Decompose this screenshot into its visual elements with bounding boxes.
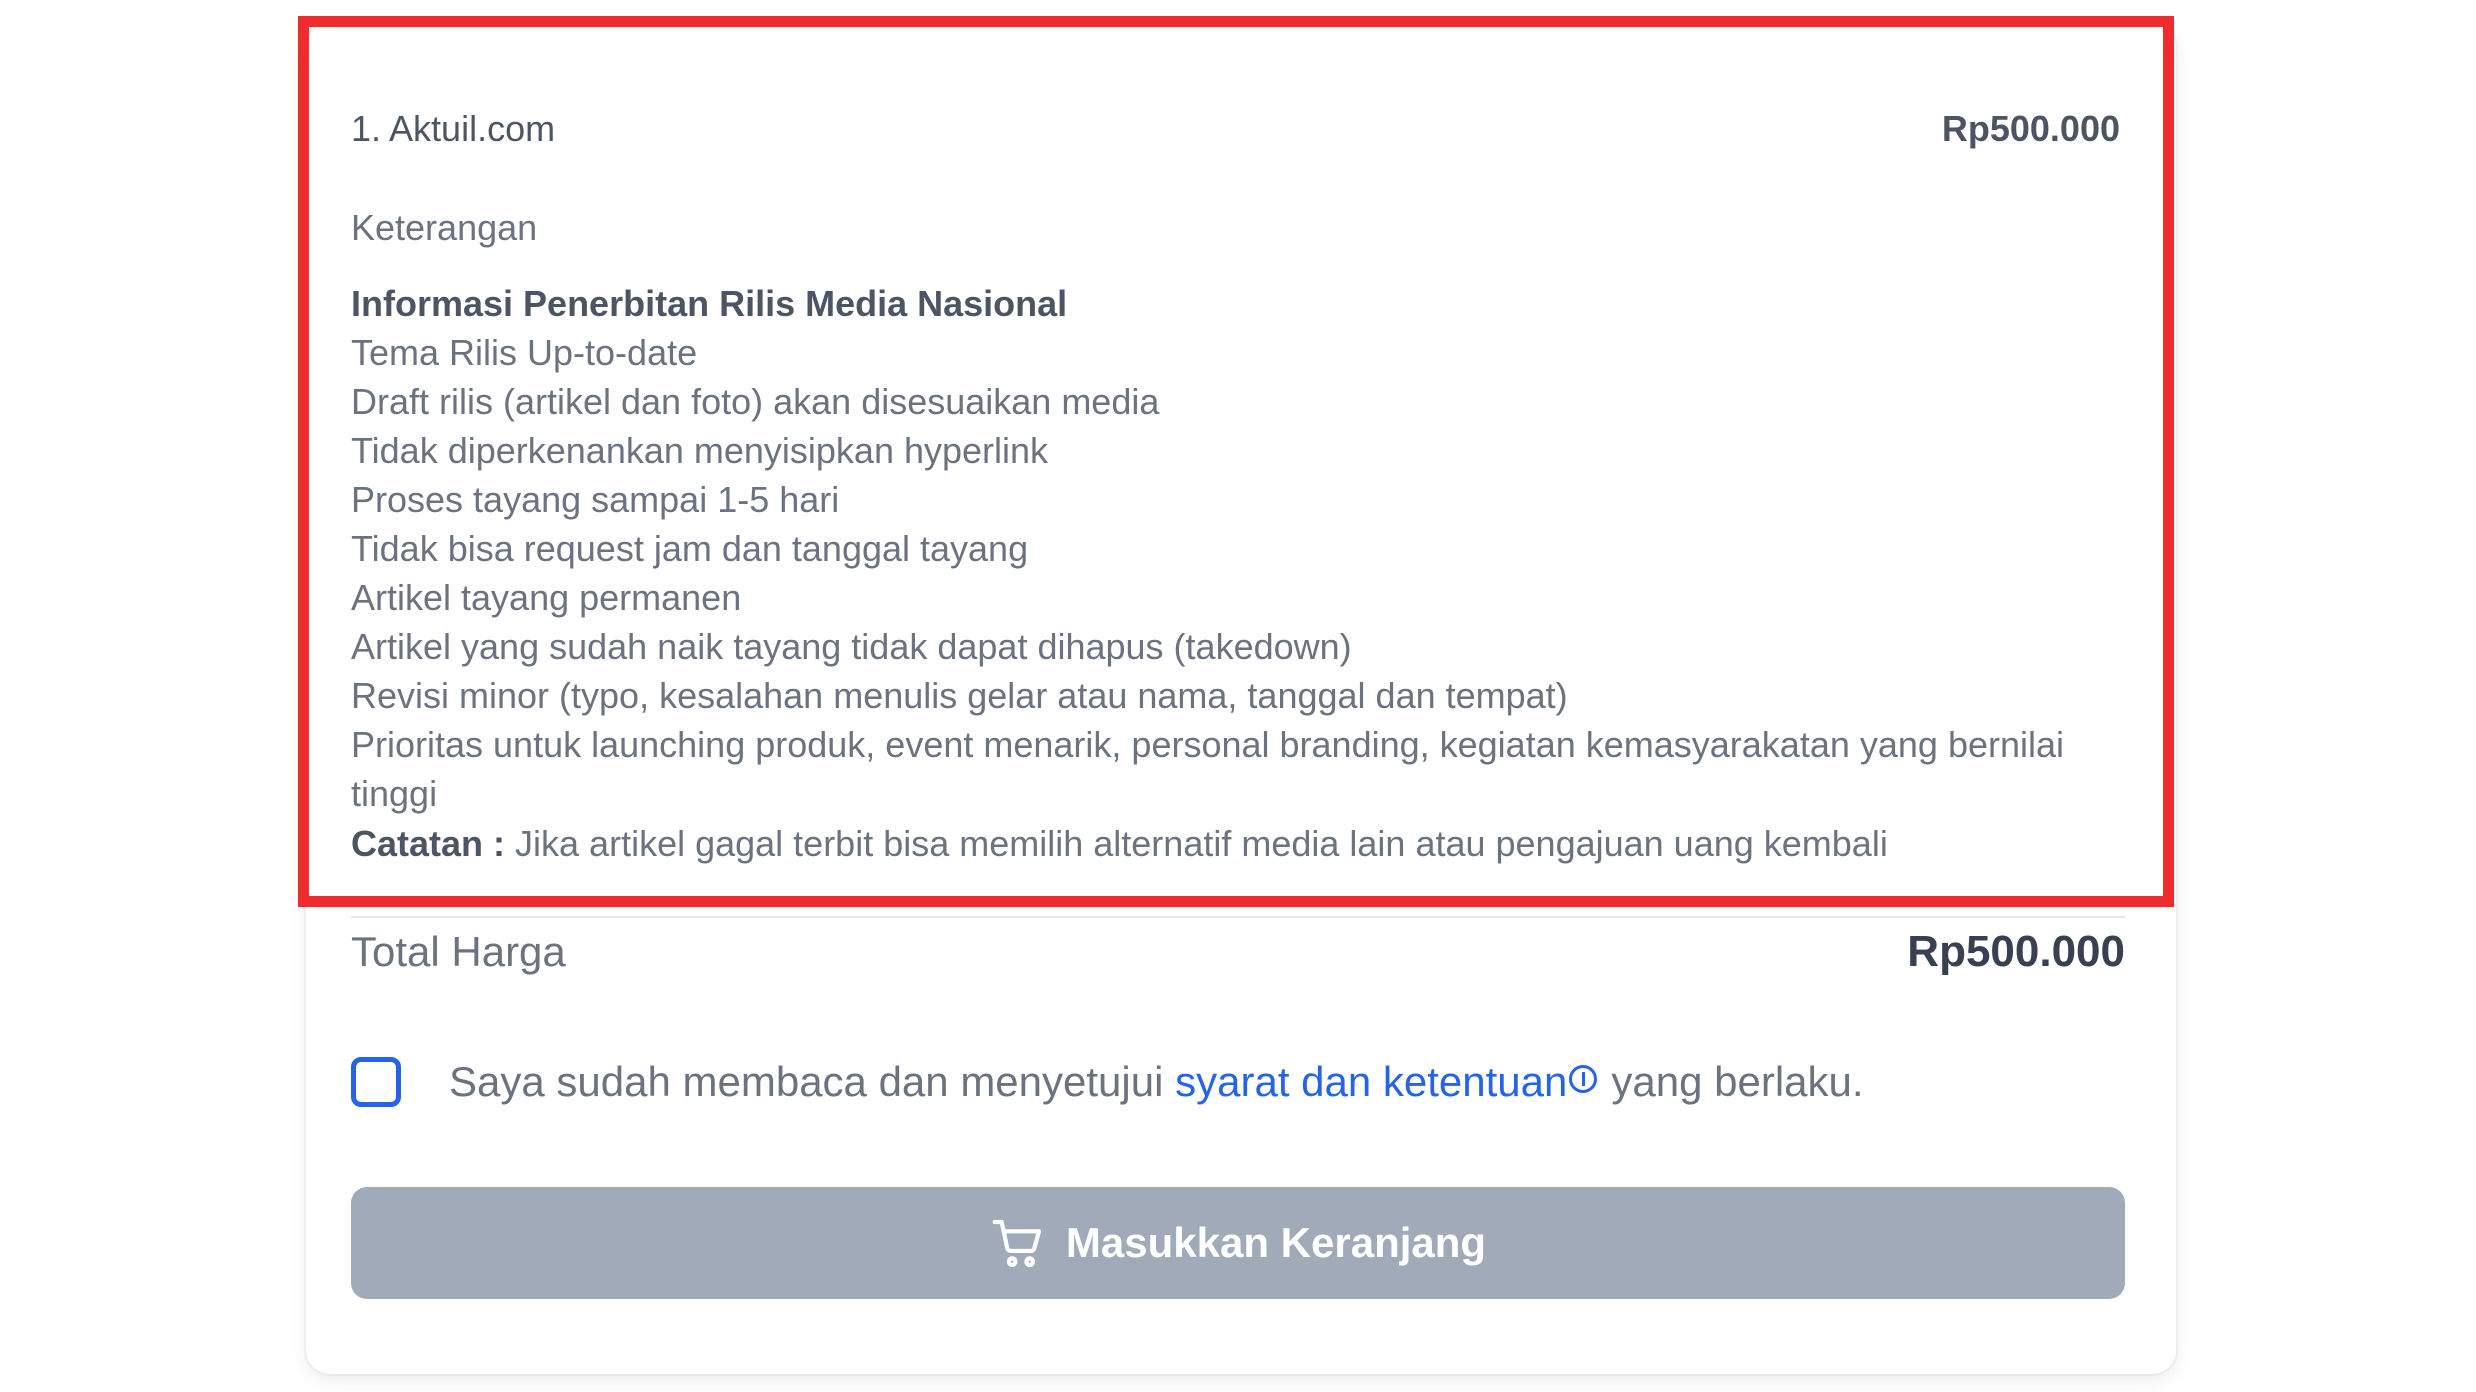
agreement-checkbox[interactable]	[351, 1057, 401, 1107]
divider	[351, 916, 2125, 918]
add-to-cart-label: Masukkan Keranjang	[1065, 1219, 1487, 1266]
agreement-text-before: Saya sudah membaca dan menyetujui	[449, 1058, 1176, 1105]
total-value: Rp500.000	[1907, 927, 2125, 976]
agreement-row: Saya sudah membaca dan menyetujui syarat…	[351, 1054, 2151, 1118]
terms-link[interactable]: syarat dan ketentuan	[1175, 1058, 1567, 1105]
agreement-text-after: yang berlaku.	[1611, 1058, 1864, 1105]
agreement-text: Saya sudah membaca dan menyetujui syarat…	[449, 1054, 1864, 1110]
add-to-cart-button[interactable]: Masukkan Keranjang	[351, 1187, 2125, 1299]
highlight-box	[298, 16, 2174, 907]
total-label: Total Harga	[351, 928, 566, 975]
cart-icon	[992, 1219, 1042, 1268]
info-icon[interactable]	[1569, 1064, 1598, 1093]
total-row: Total Harga Rp500.000	[351, 920, 2125, 984]
